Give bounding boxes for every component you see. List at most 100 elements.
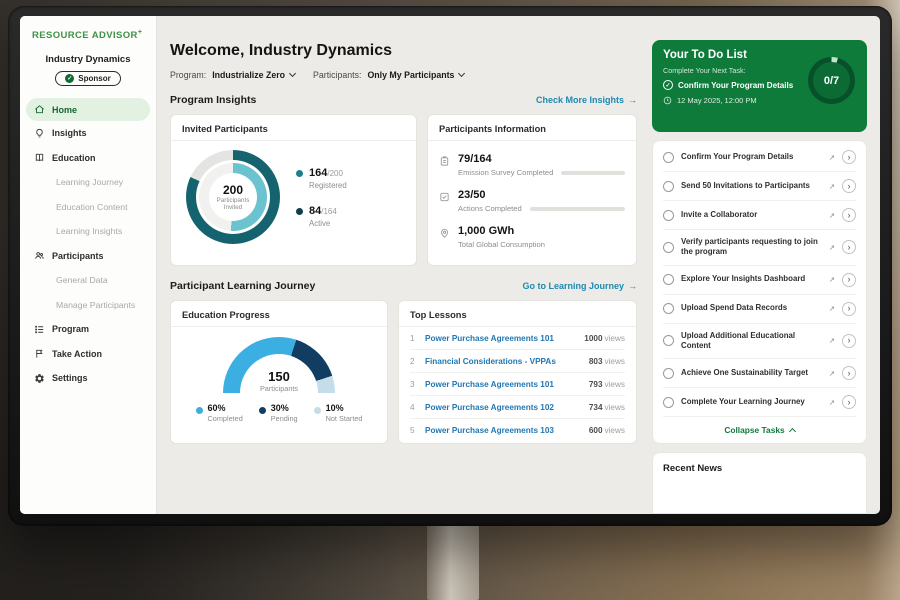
legend-label: Registered	[309, 181, 347, 190]
sponsor-icon: ✓	[65, 74, 74, 83]
task-row[interactable]: Send 50 Invitations to Participants ↗ ›	[663, 172, 856, 201]
task-row[interactable]: Verify participants requesting to join t…	[663, 230, 856, 266]
app-logo: RESOURCE ADVISOR+	[20, 29, 156, 41]
education-gauge-chart: 150 Participants	[223, 337, 335, 393]
external-link-icon: ↗	[829, 304, 835, 313]
sidebar-item-label: Education Content	[56, 202, 127, 212]
chevron-up-icon	[789, 428, 796, 435]
collapse-tasks-button[interactable]: Collapse Tasks	[663, 417, 856, 439]
go-to-learning-journey-link[interactable]: Go to Learning Journey →	[522, 281, 637, 291]
sidebar-item-education[interactable]: Education	[20, 146, 156, 171]
task-open-button[interactable]: ›	[842, 366, 856, 380]
sidebar-item-settings[interactable]: Settings	[20, 366, 156, 391]
task-checkbox[interactable]	[663, 181, 674, 192]
task-open-button[interactable]: ›	[842, 395, 856, 409]
task-checkbox[interactable]	[663, 152, 674, 163]
lesson-row: 1 Power Purchase Agreements 101 1000view…	[410, 327, 625, 350]
gauge-wrap: 150 Participants 60% Completed	[182, 337, 376, 423]
todo-next-task[interactable]: ✓ Confirm Your Program Details	[663, 80, 813, 90]
task-open-button[interactable]: ›	[842, 179, 856, 193]
task-checkbox[interactable]	[663, 303, 674, 314]
participants-filter-dropdown[interactable]: Only My Participants	[367, 70, 464, 80]
lesson-views: 734	[589, 403, 603, 412]
sidebar-item-home[interactable]: Home	[26, 98, 150, 121]
sponsor-badge[interactable]: ✓ Sponsor	[55, 71, 120, 86]
lesson-link[interactable]: Power Purchase Agreements 101	[425, 380, 581, 389]
lesson-row: 2 Financial Considerations - VPPAs 803vi…	[410, 350, 625, 373]
check-more-insights-link[interactable]: Check More Insights →	[536, 95, 637, 105]
task-row[interactable]: Upload Spend Data Records ↗ ›	[663, 295, 856, 324]
donut-center-value: 200	[223, 183, 243, 197]
sidebar-item-program[interactable]: Program	[20, 317, 156, 342]
participants-filter-value: Only My Participants	[367, 70, 454, 80]
chevron-down-icon	[289, 70, 296, 77]
external-link-icon: ↗	[829, 243, 835, 252]
section-title: Participant Learning Journey	[170, 280, 315, 292]
task-checkbox[interactable]	[663, 242, 674, 253]
sidebar-item-insights[interactable]: Insights	[20, 121, 156, 146]
chevron-right-icon: ›	[848, 243, 851, 252]
chevron-right-icon: ›	[848, 275, 851, 284]
task-checkbox[interactable]	[663, 210, 674, 221]
task-checkbox[interactable]	[663, 368, 674, 379]
legend-value: 84	[309, 205, 321, 217]
task-checkbox[interactable]	[663, 335, 674, 346]
lesson-link[interactable]: Power Purchase Agreements 101	[425, 334, 576, 343]
task-row[interactable]: Explore Your Insights Dashboard ↗ ›	[663, 266, 856, 295]
program-icon	[34, 324, 45, 335]
legend-item-registered: 164/200 Registered	[296, 167, 347, 190]
participants-icon	[34, 250, 45, 261]
sidebar-item-label: Settings	[52, 373, 88, 383]
legend-item-completed: 60% Completed	[196, 404, 243, 423]
lesson-link[interactable]: Power Purchase Agreements 102	[425, 403, 581, 412]
education-icon	[34, 152, 45, 163]
task-label: Explore Your Insights Dashboard	[681, 274, 822, 284]
todo-due-text: 12 May 2025, 12:00 PM	[677, 96, 757, 105]
legend-pct: 30%	[271, 404, 298, 414]
task-open-button[interactable]: ›	[842, 273, 856, 287]
legend-dot	[296, 208, 303, 215]
lesson-row: 5 Power Purchase Agreements 103 600views	[410, 419, 625, 442]
recent-news-title: Recent News	[663, 463, 722, 474]
task-row[interactable]: Upload Additional Educational Content ↗ …	[663, 324, 856, 360]
take-action-icon	[34, 348, 45, 359]
insights-cards-row: Invited Participants 200 Participants In…	[170, 114, 637, 266]
learning-cards-row: Education Progress 150 Participants	[170, 300, 637, 444]
task-row[interactable]: Invite a Collaborator ↗ ›	[663, 201, 856, 230]
sidebar-item-label: Learning Journey	[56, 177, 123, 187]
chevron-right-icon: ›	[848, 304, 851, 313]
external-link-icon: ↗	[829, 211, 835, 220]
program-filter-dropdown[interactable]: Industrialize Zero	[212, 70, 295, 80]
task-open-button[interactable]: ›	[842, 334, 856, 348]
sidebar-item-learning-insights[interactable]: Learning Insights	[20, 219, 156, 244]
sidebar-item-take-action[interactable]: Take Action	[20, 342, 156, 367]
task-open-button[interactable]: ›	[842, 150, 856, 164]
lesson-views-unit: views	[605, 357, 625, 366]
sidebar-item-label: Manage Participants	[56, 300, 135, 310]
insights-icon	[34, 128, 45, 139]
task-row[interactable]: Complete Your Learning Journey ↗ ›	[663, 388, 856, 417]
sidebar-item-participants[interactable]: Participants	[20, 244, 156, 269]
donut-ring-gap: 200 Participants Invited	[196, 160, 270, 234]
sidebar-item-general-data[interactable]: General Data	[20, 268, 156, 293]
gauge-center-label: Participants	[260, 384, 298, 393]
task-row[interactable]: Achieve One Sustainability Target ↗ ›	[663, 359, 856, 388]
task-open-button[interactable]: ›	[842, 208, 856, 222]
task-open-button[interactable]: ›	[842, 302, 856, 316]
task-label: Upload Spend Data Records	[681, 303, 822, 313]
legend-label: Active	[309, 219, 337, 228]
legend-value: 164	[309, 167, 327, 179]
external-link-icon: ↗	[829, 153, 835, 162]
progress-bar	[561, 171, 625, 175]
sidebar-item-manage-participants[interactable]: Manage Participants	[20, 293, 156, 318]
task-checkbox[interactable]	[663, 397, 674, 408]
sidebar-item-learning-journey[interactable]: Learning Journey	[20, 170, 156, 195]
sidebar-item-label: Program	[52, 324, 89, 334]
task-open-button[interactable]: ›	[842, 240, 856, 254]
task-row[interactable]: Confirm Your Program Details ↗ ›	[663, 143, 856, 172]
lesson-link[interactable]: Financial Considerations - VPPAs	[425, 357, 581, 366]
lesson-link[interactable]: Power Purchase Agreements 103	[425, 426, 581, 435]
task-checkbox[interactable]	[663, 274, 674, 285]
task-label: Upload Additional Educational Content	[681, 331, 822, 352]
sidebar-item-education-content[interactable]: Education Content	[20, 195, 156, 220]
